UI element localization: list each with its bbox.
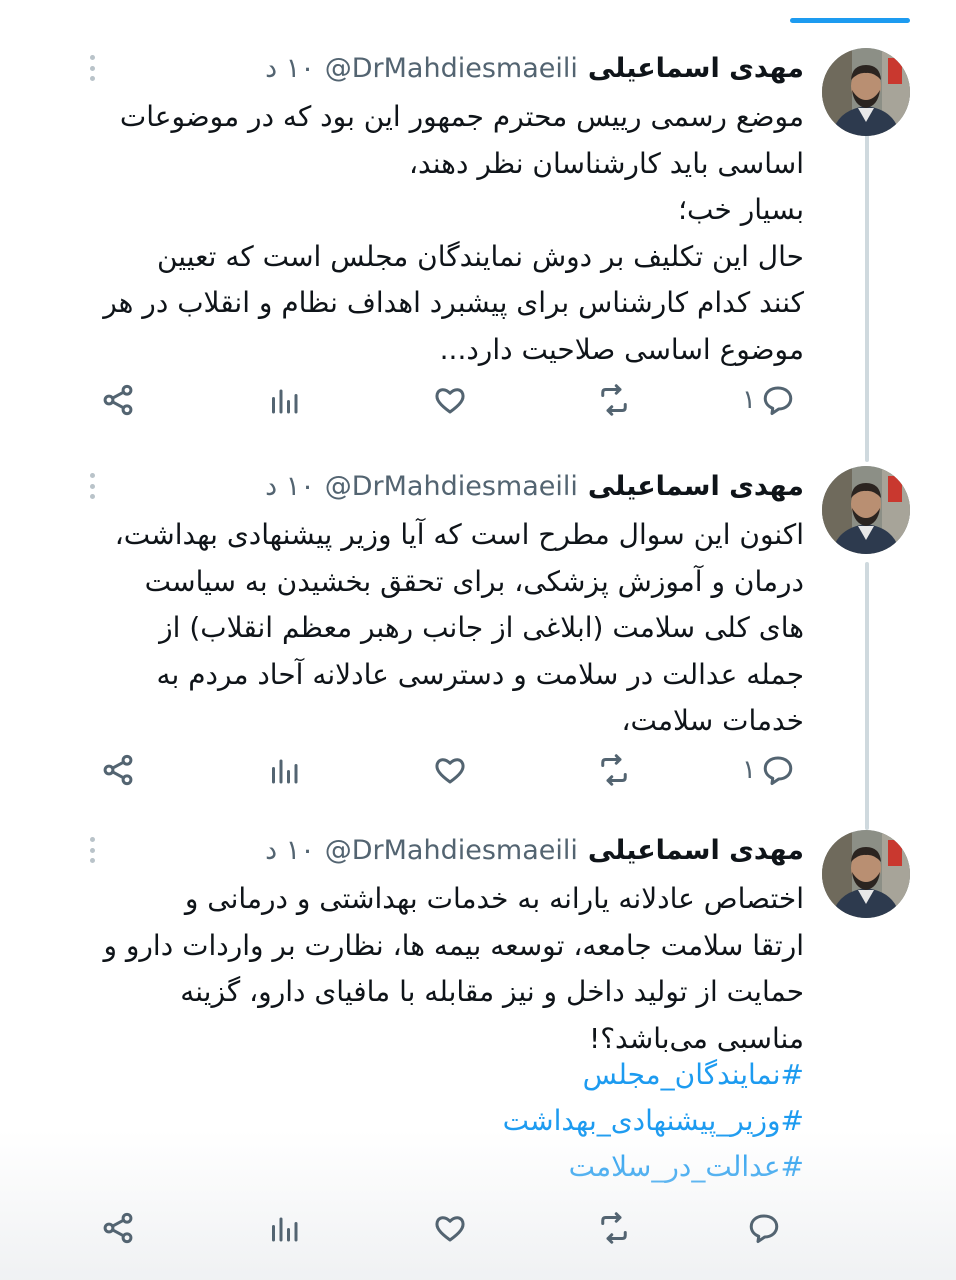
tweet-header: مهدی اسماعیلی @DrMahdiesmaeili ۱۰ د: [265, 48, 804, 88]
more-vertical-icon[interactable]: [82, 834, 102, 866]
heart-icon: [435, 758, 465, 784]
retweet-button[interactable]: [596, 1206, 632, 1250]
reply-count: ۱: [742, 385, 756, 415]
avatar[interactable]: [822, 830, 910, 918]
share-icon: [103, 1212, 133, 1244]
hashtag-link[interactable]: #نمایندگان_مجلس: [74, 1052, 804, 1098]
tweet-text: اکنون این سوال مطرح است که آیا وزیر پیشن…: [114, 518, 804, 737]
share-icon: [103, 754, 133, 786]
author-handle[interactable]: @DrMahdiesmaeili: [325, 471, 578, 502]
share-button[interactable]: [100, 378, 136, 422]
views-button[interactable]: [266, 378, 302, 422]
hashtag-link[interactable]: #عدالت_در_سلامت: [74, 1144, 804, 1190]
share-button[interactable]: [100, 748, 136, 792]
reply-icon: [763, 756, 793, 785]
like-button[interactable]: [432, 1206, 468, 1250]
author-handle[interactable]: @DrMahdiesmaeili: [325, 53, 578, 84]
more-vertical-icon[interactable]: [82, 52, 102, 84]
tweet-time[interactable]: ۱۰ د: [265, 471, 315, 502]
views-button[interactable]: [266, 1206, 302, 1250]
retweet-icon: [601, 384, 627, 416]
top-accent-bar: [790, 18, 910, 23]
tweet-text: موضع رسمی رییس محترم جمهور این بود که در…: [103, 100, 804, 366]
retweet-icon: [601, 754, 627, 786]
more-vertical-icon[interactable]: [82, 470, 102, 502]
tweet-header: مهدی اسماعیلی @DrMahdiesmaeili ۱۰ د: [265, 466, 804, 506]
author-display-name[interactable]: مهدی اسماعیلی: [588, 53, 804, 84]
views-button[interactable]: [266, 748, 302, 792]
retweet-button[interactable]: [596, 748, 632, 792]
avatar[interactable]: [822, 48, 910, 136]
like-button[interactable]: [432, 378, 468, 422]
heart-icon: [435, 1216, 465, 1242]
reply-icon: [749, 1214, 779, 1243]
views-chart-icon: [272, 759, 298, 784]
tweet[interactable]: مهدی اسماعیلی @DrMahdiesmaeili ۱۰ د اکنو…: [0, 466, 956, 766]
reply-count: ۱: [742, 755, 756, 785]
reply-button[interactable]: [742, 1206, 782, 1250]
tweet-actions: ۱: [0, 748, 956, 792]
author-display-name[interactable]: مهدی اسماعیلی: [588, 471, 804, 502]
share-icon: [103, 384, 133, 416]
tweet-actions: [0, 1206, 956, 1250]
avatar[interactable]: [822, 466, 910, 554]
tweet[interactable]: مهدی اسماعیلی @DrMahdiesmaeili ۱۰ د موضع…: [0, 48, 956, 428]
views-chart-icon: [272, 1217, 298, 1242]
heart-icon: [435, 388, 465, 414]
tweet-time[interactable]: ۱۰ د: [265, 53, 315, 84]
share-button[interactable]: [100, 1206, 136, 1250]
hashtag-list: #نمایندگان_مجلس #وزیر_پیشنهادی_بهداشت #ع…: [74, 1052, 804, 1190]
tweet[interactable]: مهدی اسماعیلی @DrMahdiesmaeili ۱۰ د اختص…: [0, 830, 956, 1210]
views-chart-icon: [272, 389, 298, 414]
reply-icon: [763, 386, 793, 415]
author-handle[interactable]: @DrMahdiesmaeili: [325, 835, 578, 866]
tweet-actions: ۱: [0, 378, 956, 422]
hashtag-link[interactable]: #وزیر_پیشنهادی_بهداشت: [74, 1098, 804, 1144]
tweet-header: مهدی اسماعیلی @DrMahdiesmaeili ۱۰ د: [265, 830, 804, 870]
tweet-time[interactable]: ۱۰ د: [265, 835, 315, 866]
retweet-button[interactable]: [596, 378, 632, 422]
reply-button[interactable]: ۱: [742, 748, 796, 792]
tweet-text: اختصاص عادلانه یارانه به خدمات بهداشتی و…: [103, 882, 804, 1055]
like-button[interactable]: [432, 748, 468, 792]
retweet-icon: [601, 1212, 627, 1244]
author-display-name[interactable]: مهدی اسماعیلی: [588, 835, 804, 866]
reply-button[interactable]: ۱: [742, 378, 796, 422]
